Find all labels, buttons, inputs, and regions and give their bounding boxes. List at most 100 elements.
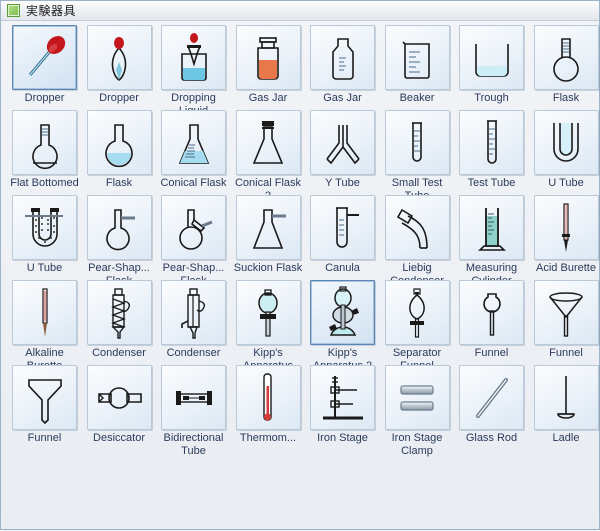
thermometer-icon[interactable]: [236, 365, 301, 430]
shape-item-label: Desiccator: [82, 432, 156, 445]
ladle-icon[interactable]: [534, 365, 599, 430]
window-title: 実験器具: [26, 2, 76, 19]
funnel-round-icon[interactable]: [459, 280, 524, 345]
pear-shaped-flask-2-icon[interactable]: [161, 195, 226, 260]
shape-item-label: Acid Burette: [529, 262, 600, 275]
shape-item-label: Conical Flask: [157, 177, 231, 190]
shape-item[interactable]: Separator Funnel: [380, 280, 455, 373]
desiccator-icon[interactable]: [87, 365, 152, 430]
separator-funnel-icon[interactable]: [385, 280, 450, 345]
flat-bottomed-flask-icon[interactable]: [12, 110, 77, 175]
conical-flask-icon[interactable]: [161, 110, 226, 175]
shape-item[interactable]: Trough: [454, 25, 529, 105]
dropper-bulb-icon[interactable]: [87, 25, 152, 90]
shape-item[interactable]: Kipp's Apparatus 2: [305, 280, 380, 373]
u-tube-icon[interactable]: [534, 110, 599, 175]
shape-item[interactable]: Bidirectional Tube: [156, 365, 231, 458]
shape-item-label: Flask: [82, 177, 156, 190]
shape-item[interactable]: Flask: [82, 110, 157, 190]
shape-item[interactable]: Acid Burette: [529, 195, 600, 275]
shape-item[interactable]: Kipp's Apparatus: [231, 280, 306, 373]
shape-item[interactable]: Iron Stage Clamp: [380, 365, 455, 458]
window-title-bar[interactable]: 実験器具: [1, 1, 599, 21]
small-test-tube-icon[interactable]: [385, 110, 450, 175]
shape-item[interactable]: Dropper: [82, 25, 157, 105]
shape-item[interactable]: Condenser: [156, 280, 231, 360]
condenser-straight-icon[interactable]: [161, 280, 226, 345]
shape-item-label: Suckion Flask: [231, 262, 305, 275]
shape-item-label: Y Tube: [306, 177, 380, 190]
condenser-coil-icon[interactable]: [87, 280, 152, 345]
shape-item[interactable]: Ladle: [529, 365, 600, 445]
gas-jar-orange-icon[interactable]: [236, 25, 301, 90]
shape-item[interactable]: Test Tube: [454, 110, 529, 190]
bidirectional-tube-icon[interactable]: [161, 365, 226, 430]
shape-item-label: Gas Jar: [306, 92, 380, 105]
shape-item[interactable]: Gas Jar: [305, 25, 380, 105]
shape-item[interactable]: Dropping Liquid: [156, 25, 231, 118]
liebig-condenser-icon[interactable]: [385, 195, 450, 260]
dropper-pipette-icon[interactable]: [12, 25, 77, 90]
shape-item[interactable]: Funnel: [454, 280, 529, 360]
shape-item[interactable]: Pear-Shap... Flask: [156, 195, 231, 288]
shape-item[interactable]: U Tube: [7, 195, 82, 275]
florence-flask-icon[interactable]: [87, 110, 152, 175]
shape-item[interactable]: Pear-Shap... Flask: [82, 195, 157, 288]
shape-item[interactable]: Gas Jar: [231, 25, 306, 105]
shape-item-label: Trough: [455, 92, 529, 105]
kipps-apparatus-2-icon[interactable]: [310, 280, 375, 345]
shape-item[interactable]: Flat Bottomed: [7, 110, 82, 190]
dropping-bottle-icon[interactable]: [161, 25, 226, 90]
shape-item[interactable]: Y Tube: [305, 110, 380, 190]
shape-item[interactable]: Measuring Cylinder: [454, 195, 529, 288]
shape-item[interactable]: Flask: [529, 25, 600, 105]
shape-item-label: Flat Bottomed: [8, 177, 82, 190]
shape-item-label: Beaker: [380, 92, 454, 105]
shape-palette-window: 実験器具 DropperDropperDropping LiquidGas Ja…: [0, 0, 600, 530]
shape-item[interactable]: Alkaline Burette: [7, 280, 82, 373]
shape-item[interactable]: Condenser: [82, 280, 157, 360]
y-tube-icon[interactable]: [310, 110, 375, 175]
shape-item[interactable]: Conical Flask 2: [231, 110, 306, 203]
shape-item[interactable]: Funnel: [7, 365, 82, 445]
suction-flask-icon[interactable]: [236, 195, 301, 260]
beaker-icon[interactable]: [385, 25, 450, 90]
shape-item[interactable]: Small Test Tube: [380, 110, 455, 203]
u-tube-filled-icon[interactable]: [12, 195, 77, 260]
shape-item[interactable]: Glass Rod: [454, 365, 529, 445]
shape-item[interactable]: Suckion Flask: [231, 195, 306, 275]
alkaline-burette-icon[interactable]: [12, 280, 77, 345]
funnel-cone-icon[interactable]: [534, 280, 599, 345]
shape-item[interactable]: Dropper: [7, 25, 82, 105]
funnel-square-icon[interactable]: [12, 365, 77, 430]
shape-item[interactable]: Iron Stage: [305, 365, 380, 445]
shape-item[interactable]: Conical Flask: [156, 110, 231, 190]
iron-stage-icon[interactable]: [310, 365, 375, 430]
shape-item-label: U Tube: [8, 262, 82, 275]
shape-item-label: Ladle: [529, 432, 600, 445]
shape-item-label: Dropper: [82, 92, 156, 105]
shape-item[interactable]: Liebig Condenser: [380, 195, 455, 288]
shape-item-label: Gas Jar: [231, 92, 305, 105]
gas-jar-graduated-icon[interactable]: [310, 25, 375, 90]
conical-flask-stopper-icon[interactable]: [236, 110, 301, 175]
shape-item-label: Condenser: [157, 347, 231, 360]
shape-item[interactable]: Beaker: [380, 25, 455, 105]
shape-item[interactable]: Desiccator: [82, 365, 157, 445]
test-tube-icon[interactable]: [459, 110, 524, 175]
round-bottom-flask-icon[interactable]: [534, 25, 599, 90]
canula-icon[interactable]: [310, 195, 375, 260]
glass-rod-icon[interactable]: [459, 365, 524, 430]
trough-icon[interactable]: [459, 25, 524, 90]
shape-item-label: Test Tube: [455, 177, 529, 190]
shape-item[interactable]: Canula: [305, 195, 380, 275]
measuring-cylinder-icon[interactable]: [459, 195, 524, 260]
iron-stage-clamp-icon[interactable]: [385, 365, 450, 430]
shape-item-label: Funnel: [8, 432, 82, 445]
kipps-apparatus-icon[interactable]: [236, 280, 301, 345]
acid-burette-icon[interactable]: [534, 195, 599, 260]
shape-item[interactable]: Funnel: [529, 280, 600, 360]
shape-item[interactable]: Thermom...: [231, 365, 306, 445]
pear-shaped-flask-icon[interactable]: [87, 195, 152, 260]
shape-item[interactable]: U Tube: [529, 110, 600, 190]
